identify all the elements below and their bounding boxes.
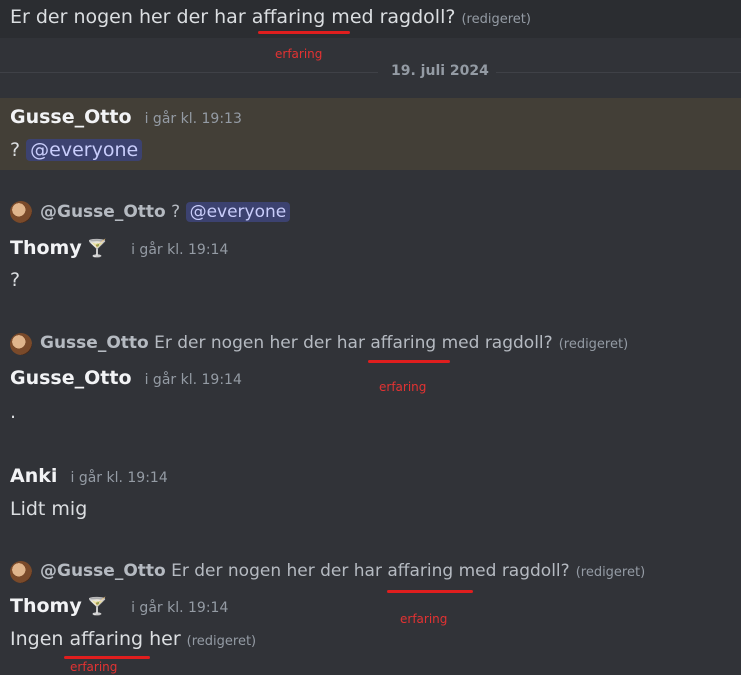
reply-text: ? [171, 202, 181, 222]
author-name[interactable]: Anki [10, 465, 57, 487]
misspelled-word: affaring [370, 333, 437, 353]
reply-text: Er der nogen her der har [171, 561, 388, 581]
misspelled-word: affaring [387, 561, 454, 581]
correction-label: erfaring [70, 660, 118, 674]
message-body: ? [10, 269, 21, 291]
message-body: . [10, 401, 17, 423]
reply-text: med ragdoll? [453, 561, 570, 581]
author-name[interactable]: Thomy [10, 237, 82, 259]
message-text: ? [10, 139, 21, 161]
misspelled-word: affaring [69, 628, 144, 650]
correction-underline [368, 360, 450, 363]
reply-author[interactable]: @Gusse_Otto [40, 561, 166, 581]
reply-author[interactable]: Gusse_Otto [40, 333, 149, 353]
timestamp: i går kl. 19:14 [131, 242, 229, 258]
correction-underline [387, 590, 473, 593]
timestamp: i går kl. 19:13 [144, 111, 242, 127]
timestamp: i går kl. 19:14 [131, 600, 229, 616]
correction-underline [64, 656, 150, 659]
message-text: her [143, 628, 181, 650]
message-header: Gusse_Otto i går kl. 19:14 [10, 367, 242, 389]
message-header: Thomy 🍸 i går kl. 19:14 [10, 595, 228, 617]
message-body: Lidt mig [10, 498, 88, 520]
reply-avatar[interactable] [10, 201, 32, 223]
date-divider-line-left [0, 72, 378, 73]
everyone-mention[interactable]: @everyone [185, 202, 291, 222]
message-header: Gusse_Otto i går kl. 19:13 [10, 106, 242, 128]
reply-avatar[interactable] [10, 333, 32, 355]
cocktail-emoji: 🍸 [86, 597, 108, 617]
reply-text: med ragdoll? [436, 333, 553, 353]
edited-label: (redigeret) [461, 12, 531, 27]
date-divider-line-right [496, 72, 741, 73]
everyone-mention[interactable]: @everyone [26, 139, 143, 161]
message-text: Ingen [10, 628, 70, 650]
correction-label: erfaring [400, 612, 448, 626]
message-header: Thomy 🍸 i går kl. 19:14 [10, 237, 228, 259]
message-text: med ragdoll? [325, 6, 456, 28]
correction-label: erfaring [275, 47, 323, 61]
reply-avatar[interactable] [10, 561, 32, 583]
message-text: Er der nogen her der har [10, 6, 252, 28]
edited-label: (redigeret) [558, 337, 629, 352]
reply-author[interactable]: @Gusse_Otto [40, 202, 166, 222]
misspelled-word: affaring [251, 6, 326, 28]
reply-preview[interactable]: Gusse_Otto Er der nogen her der har affa… [40, 333, 628, 353]
correction-label: erfaring [379, 380, 427, 394]
author-name[interactable]: Gusse_Otto [10, 106, 132, 128]
cocktail-emoji: 🍸 [86, 239, 108, 259]
date-divider: 19. juli 2024 [391, 63, 489, 79]
edited-label: (redigeret) [186, 634, 257, 649]
reply-preview[interactable]: @Gusse_Otto ? @everyone [40, 202, 291, 222]
message-body: ? @everyone [10, 139, 143, 161]
reply-text: Er der nogen her der har [154, 333, 371, 353]
edited-label: (redigeret) [575, 565, 646, 580]
correction-underline [258, 31, 350, 34]
message-header: Anki i går kl. 19:14 [10, 465, 168, 487]
message-body: Ingen affaring her (redigeret) [10, 628, 256, 650]
author-name[interactable]: Gusse_Otto [10, 367, 132, 389]
timestamp: i går kl. 19:14 [70, 470, 168, 486]
reply-preview[interactable]: @Gusse_Otto Er der nogen her der har aff… [40, 561, 645, 581]
author-name[interactable]: Thomy [10, 595, 82, 617]
top-message: Er der nogen her der har affaring med ra… [10, 6, 531, 28]
timestamp: i går kl. 19:14 [144, 372, 242, 388]
